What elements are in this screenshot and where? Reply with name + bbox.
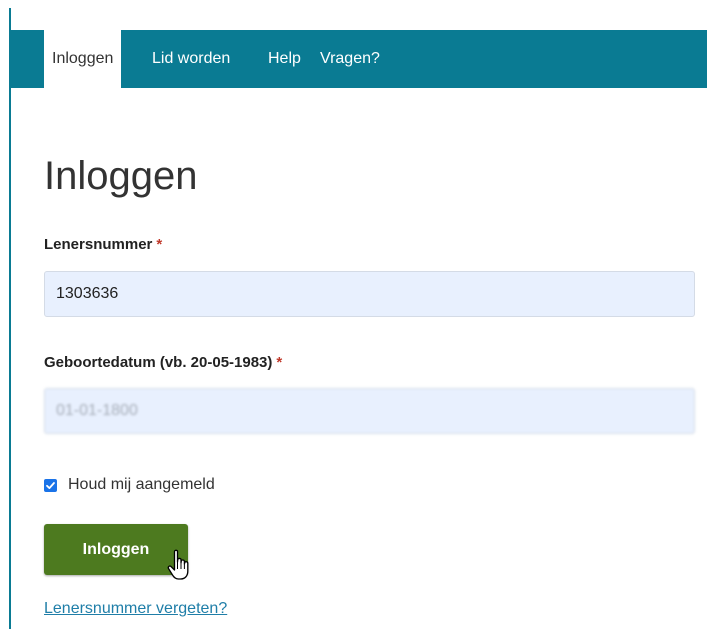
nav-item-help[interactable]: Help (268, 30, 301, 88)
required-marker: * (156, 236, 163, 253)
lenersnummer-label-text: Lenersnummer (44, 236, 153, 253)
remember-me-row: Houd mij aangemeld (44, 475, 215, 495)
geboortedatum-label-text: Geboortedatum (vb. 20-05-1983) (44, 354, 273, 371)
remember-me-checkbox[interactable] (44, 478, 57, 492)
geboortedatum-input[interactable] (44, 388, 695, 434)
lenersnummer-label: Lenersnummer * (44, 236, 162, 253)
page-title: Inloggen (44, 154, 198, 198)
remember-me-label[interactable]: Houd mij aangemeld (68, 476, 215, 494)
hand-pointer-cursor-icon (167, 549, 189, 580)
nav-item-vragen[interactable]: Vragen? (320, 30, 380, 88)
geboortedatum-label: Geboortedatum (vb. 20-05-1983) * (44, 354, 282, 371)
checkmark-icon (46, 481, 55, 489)
nav-item-lid-worden[interactable]: Lid worden (152, 30, 230, 88)
lenersnummer-input[interactable] (44, 271, 695, 317)
required-marker: * (276, 354, 283, 371)
nav-item-inloggen[interactable]: Inloggen (44, 30, 122, 88)
forgot-lenersnummer-link[interactable]: Lenersnummer vergeten? (44, 600, 227, 618)
main-navbar: Inloggen Lid worden Help Vragen? (9, 30, 707, 88)
